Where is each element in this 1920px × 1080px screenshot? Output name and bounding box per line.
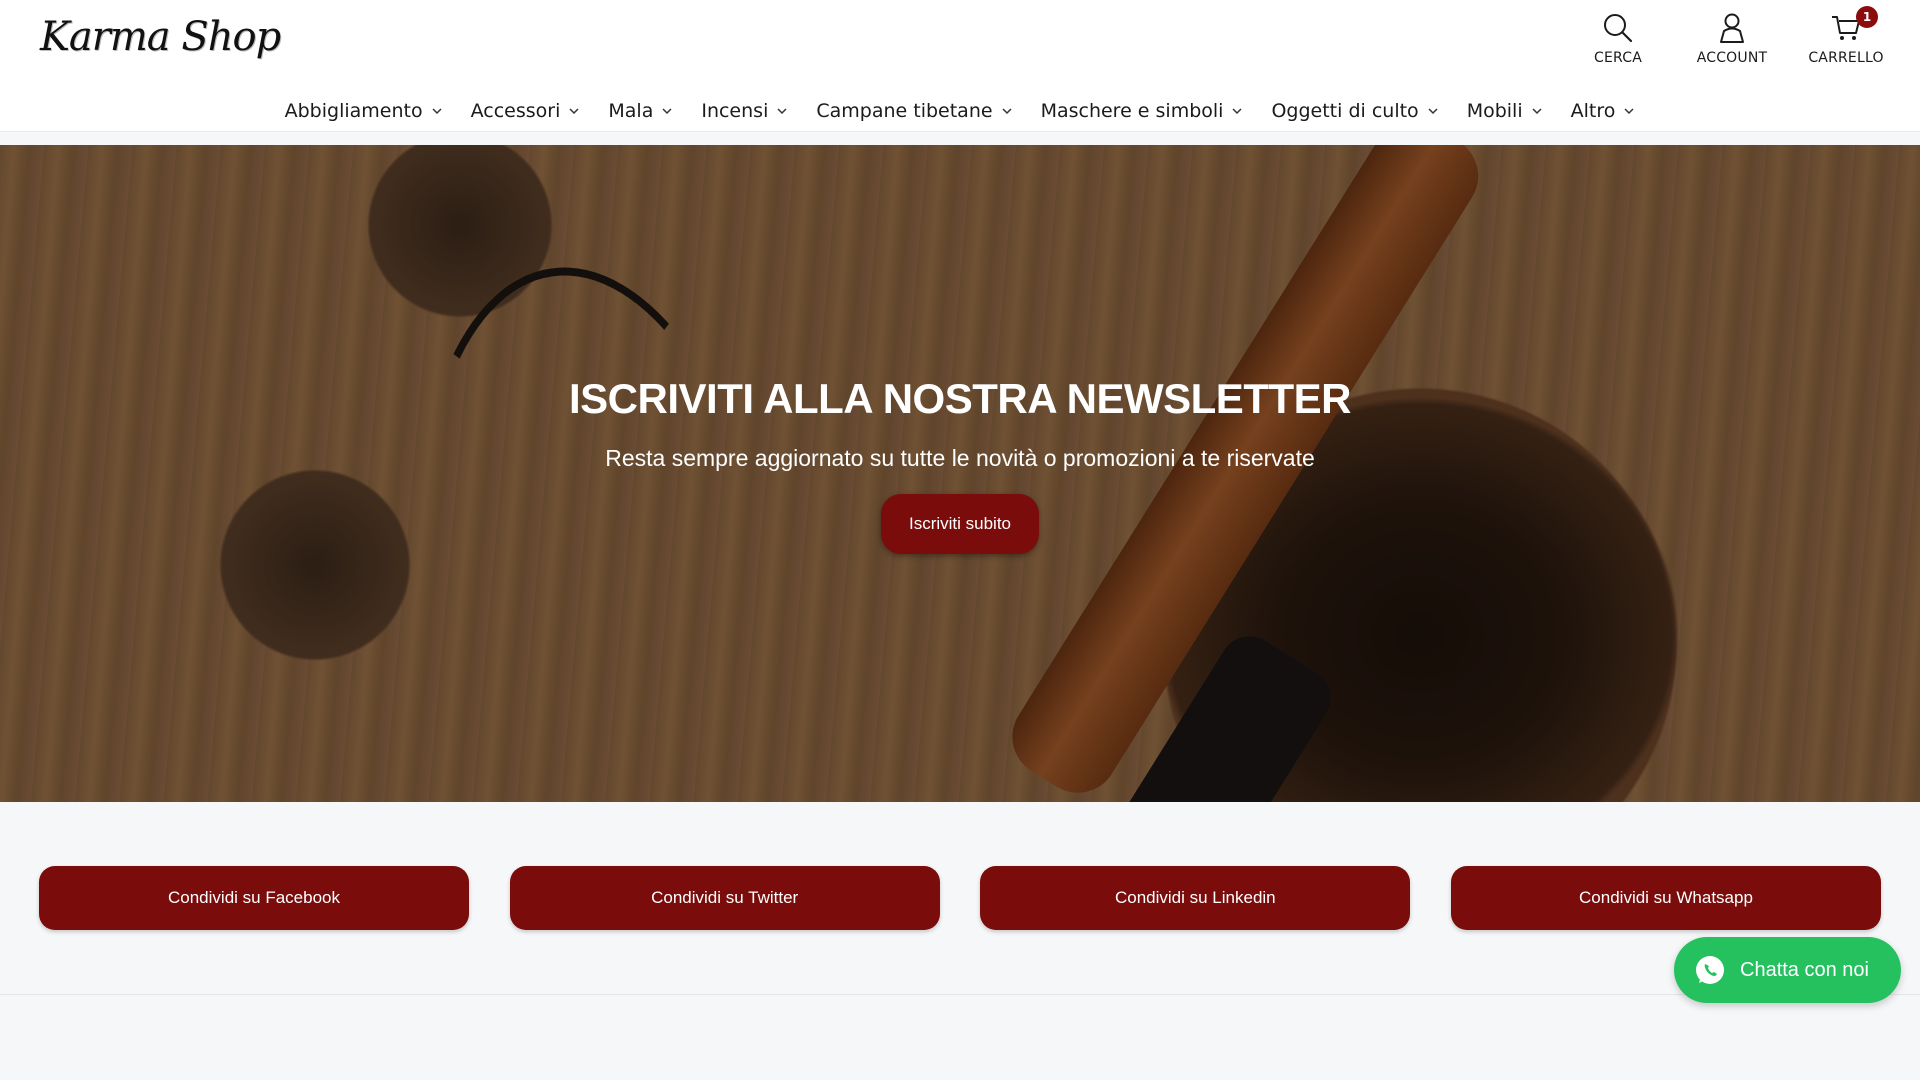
search-label: CERCA (1593, 50, 1642, 66)
nav-item-label: Abbigliamento (284, 100, 423, 122)
section-divider (0, 994, 1920, 995)
cart-count-badge: 1 (1856, 6, 1878, 28)
site-header: Karma Shop CERCA ACCOUNT 1 CARRELLO Abbi… (0, 0, 1920, 132)
hero-subtitle: Resta sempre aggiornato su tutte le novi… (605, 445, 1315, 471)
nav-item-label: Oggetti di culto (1271, 100, 1419, 122)
nav-item-mala[interactable]: Mala (594, 100, 687, 122)
chevron-down-icon (1002, 108, 1012, 115)
chevron-down-icon (432, 108, 442, 115)
nav-item-campane-tibetane[interactable]: Campane tibetane (802, 100, 1026, 122)
nav-item-oggetti-di-culto[interactable]: Oggetti di culto (1257, 100, 1452, 122)
cart-button[interactable]: 1 CARRELLO (1808, 6, 1884, 66)
nav-item-label: Mala (608, 100, 654, 122)
search-button[interactable]: CERCA (1582, 12, 1654, 66)
chevron-down-icon (777, 108, 787, 115)
share-whatsapp-button[interactable]: Condividi su Whatsapp (1450, 866, 1881, 930)
chat-label: Chatta con noi (1740, 958, 1869, 981)
nav-item-mobili[interactable]: Mobili (1453, 100, 1557, 122)
chevron-down-icon (1232, 108, 1242, 115)
nav-item-altro[interactable]: Altro (1557, 100, 1650, 122)
hero-content: ISCRIVITI ALLA NOSTRA NEWSLETTER Resta s… (0, 375, 1920, 554)
user-icon (1720, 13, 1744, 43)
nav-item-abbigliamento[interactable]: Abbigliamento (271, 100, 457, 122)
whatsapp-icon (1696, 956, 1724, 984)
logo[interactable]: Karma Shop (40, 14, 281, 60)
chevron-down-icon (1428, 108, 1438, 115)
nav-item-maschere-e-simboli[interactable]: Maschere e simboli (1027, 100, 1258, 122)
header-actions: CERCA ACCOUNT 1 CARRELLO (1582, 6, 1884, 66)
share-twitter-button[interactable]: Condividi su Twitter (509, 866, 940, 930)
nav-item-label: Accessori (470, 100, 561, 122)
search-icon (1604, 14, 1633, 43)
nav-item-label: Altro (1570, 100, 1616, 122)
main-nav: Abbigliamento Accessori Mala Incensi Cam… (0, 92, 1920, 130)
newsletter-hero: ISCRIVITI ALLA NOSTRA NEWSLETTER Resta s… (0, 145, 1920, 802)
share-facebook-button[interactable]: Condividi su Facebook (39, 866, 469, 930)
cart-label: CARRELLO (1808, 50, 1884, 66)
nav-item-label: Incensi (701, 100, 769, 122)
chevron-down-icon (1624, 108, 1634, 115)
nav-item-accessori[interactable]: Accessori (457, 100, 595, 122)
chevron-down-icon (662, 108, 672, 115)
subscribe-button[interactable]: Iscriviti subito (880, 494, 1040, 554)
account-label: ACCOUNT (1696, 50, 1768, 66)
nav-item-incensi[interactable]: Incensi (687, 100, 802, 122)
account-button[interactable]: ACCOUNT (1696, 12, 1768, 66)
hero-title: ISCRIVITI ALLA NOSTRA NEWSLETTER (569, 375, 1351, 422)
chevron-down-icon (1532, 108, 1542, 115)
nav-item-label: Campane tibetane (816, 100, 993, 122)
share-buttons: Condividi su Facebook Condividi su Twitt… (39, 866, 1881, 930)
nav-item-label: Mobili (1466, 100, 1523, 122)
share-linkedin-button[interactable]: Condividi su Linkedin (980, 866, 1411, 930)
hero-image-mallet-felt (1081, 625, 1342, 802)
chevron-down-icon (569, 108, 579, 115)
nav-item-label: Maschere e simboli (1040, 100, 1224, 122)
chat-button[interactable]: Chatta con noi (1674, 937, 1901, 1003)
